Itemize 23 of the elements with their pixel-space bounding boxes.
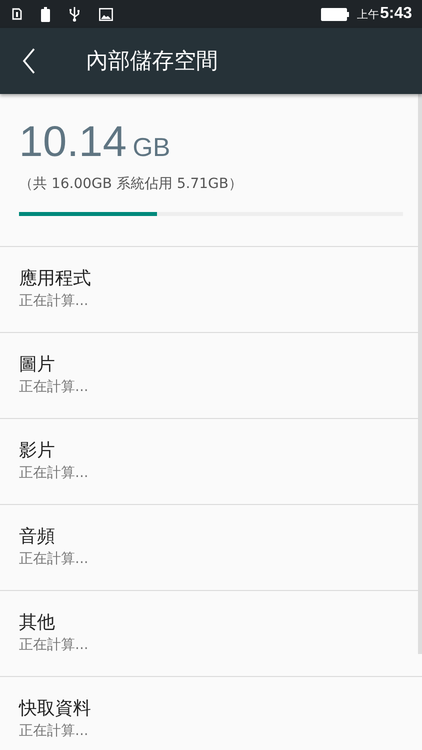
storage-unit: GB	[132, 132, 170, 163]
used-storage: 10.14	[19, 118, 127, 167]
screen-title: 內部儲存空間	[86, 48, 218, 76]
battery-icon	[320, 8, 349, 20]
category-status: 正在計算...	[19, 550, 90, 569]
storage-detail: （共 16.00GB 系統佔用 5.71GB）	[19, 175, 244, 193]
category-title: 快取資料	[19, 697, 92, 721]
category-title: 其他	[19, 611, 56, 635]
battery-icon	[41, 6, 50, 22]
sim-card-icon	[12, 8, 22, 20]
image-icon	[99, 8, 113, 20]
category-title: 圖片	[19, 353, 56, 377]
category-status: 正在計算...	[19, 378, 90, 397]
clock: 上午5:43	[356, 5, 412, 23]
category-status: 正在計算...	[19, 292, 90, 311]
usb-icon	[69, 6, 80, 22]
category-status: 正在計算...	[19, 722, 90, 741]
category-title: 影片	[19, 439, 56, 463]
category-title: 音頻	[19, 525, 56, 549]
category-title: 應用程式	[19, 267, 92, 291]
category-item[interactable]: 快取資料 正在計算...	[0, 677, 422, 750]
category-status: 正在計算...	[19, 636, 90, 655]
category-status: 正在計算...	[19, 464, 90, 483]
